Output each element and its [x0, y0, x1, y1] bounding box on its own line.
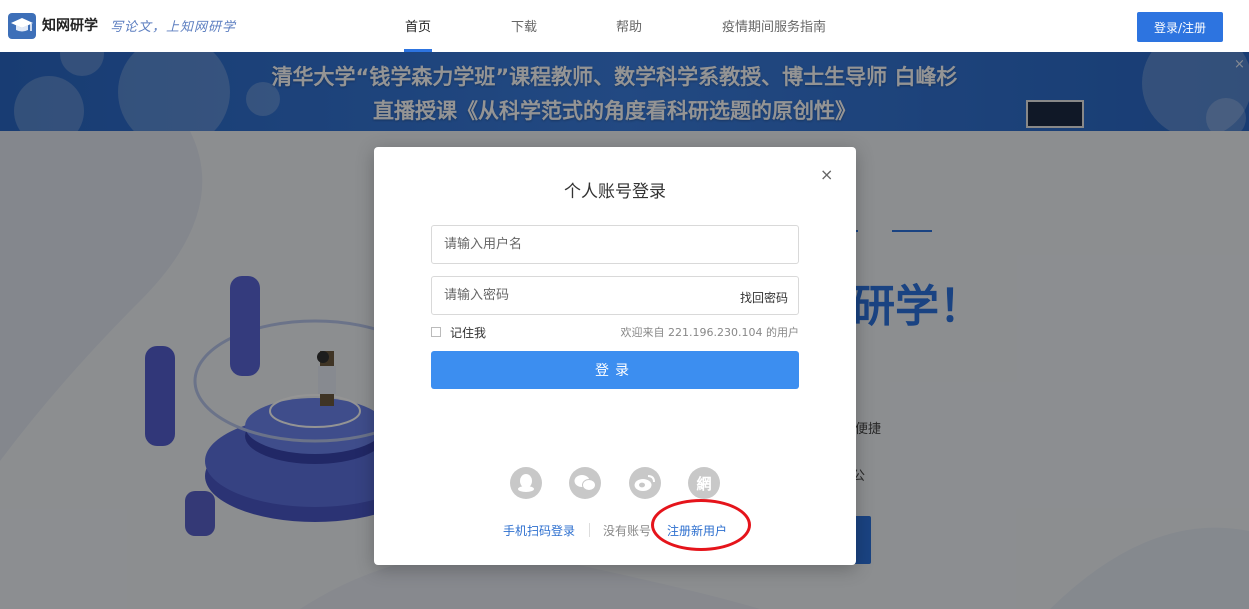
link-divider — [589, 523, 590, 537]
register-new-user-link[interactable]: 注册新用户 — [667, 522, 727, 539]
password-field[interactable]: 找回密码 — [431, 276, 799, 315]
welcome-ip-text: 欢迎来自 221.196.230.104 的用户 — [620, 326, 799, 339]
nav-home[interactable]: 首页 — [405, 16, 431, 35]
forgot-password-link[interactable]: 找回密码 — [740, 289, 788, 306]
login-submit-button[interactable]: 登录 — [431, 351, 799, 389]
close-icon[interactable]: × — [820, 165, 833, 184]
qq-icon[interactable] — [510, 467, 542, 499]
qr-code-login-link[interactable]: 手机扫码登录 — [503, 522, 575, 539]
login-modal: 个人账号登录 × 找回密码 记住我 欢迎来自 221.196.230.104 的… — [374, 147, 856, 565]
graduation-cap-icon[interactable] — [8, 13, 36, 39]
username-field[interactable] — [431, 225, 799, 264]
nav-epidemic-guide[interactable]: 疫情期间服务指南 — [722, 16, 826, 35]
brand-name[interactable]: 知网研学 — [42, 15, 98, 35]
username-input[interactable] — [432, 226, 798, 263]
modal-title: 个人账号登录 — [564, 182, 666, 202]
remember-me-label[interactable]: 记住我 — [450, 324, 486, 341]
cnki-icon[interactable]: 網 — [688, 467, 720, 499]
login-register-button[interactable]: 登录/注册 — [1137, 12, 1223, 42]
wechat-icon[interactable] — [569, 467, 601, 499]
nav-download[interactable]: 下载 — [511, 16, 537, 35]
top-header: 知网研学 写论文，上知网研学 首页 下载 帮助 疫情期间服务指南 登录/注册 — [0, 0, 1249, 52]
remember-me-checkbox[interactable] — [431, 327, 441, 337]
weibo-icon[interactable] — [629, 467, 661, 499]
no-account-text: 没有账号 — [603, 524, 652, 538]
nav-help[interactable]: 帮助 — [616, 16, 642, 35]
brand-slogan: 写论文，上知网研学 — [110, 20, 237, 35]
